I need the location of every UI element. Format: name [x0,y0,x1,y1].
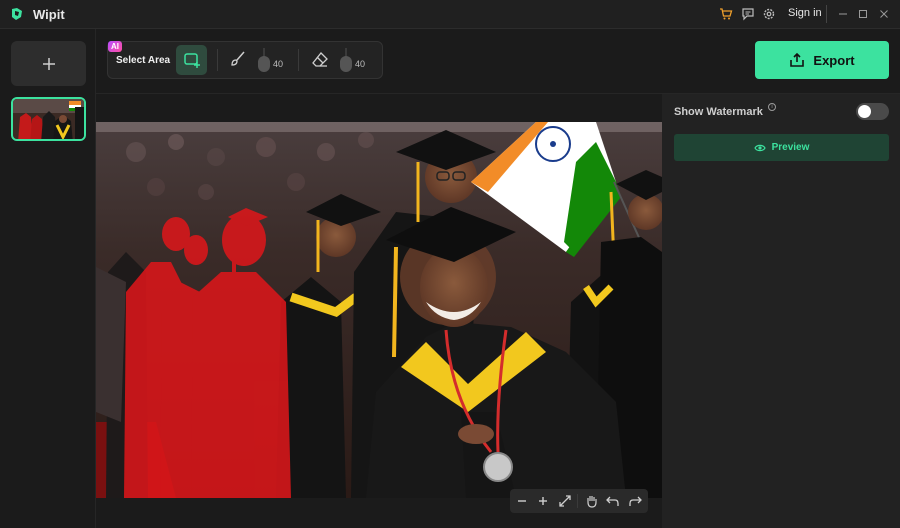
toolbar-divider [298,49,299,71]
graduation-photo [96,122,662,498]
feedback-icon[interactable] [741,7,755,21]
add-file-button[interactable] [11,41,86,86]
export-upload-icon [790,52,805,67]
title-bar: Wipit Sign in [0,0,900,29]
sign-in-link[interactable]: Sign in [788,7,822,19]
eraser-size-value: 40 [355,59,366,69]
wipit-logo-icon [12,8,22,20]
preview-label: Preview [771,142,810,153]
image-canvas[interactable] [96,122,662,498]
select-area-label[interactable]: Select Area [116,55,170,66]
image-thumbnail[interactable] [11,97,86,141]
info-icon[interactable]: i [768,103,776,111]
show-watermark-label: Show Watermark [674,106,763,118]
ai-badge: AI [108,41,122,52]
export-button[interactable]: Export [755,41,889,79]
toggle-knob [858,105,871,118]
cart-icon[interactable] [719,7,733,21]
eye-icon [753,144,766,151]
preview-button[interactable]: Preview [674,134,889,161]
settings-gear-icon[interactable] [762,7,776,21]
file-sidebar [0,29,96,528]
minimize-icon[interactable] [836,7,850,21]
toolbar-divider [217,49,218,71]
maximize-icon[interactable] [856,7,870,21]
zoom-out-icon[interactable] [514,493,530,509]
close-icon[interactable] [877,7,891,21]
brush-size-value: 40 [273,59,284,69]
export-label: Export [813,52,855,68]
zoom-in-icon[interactable] [535,493,551,509]
app-window: Wipit Sign in AI Select Area 40 40 Expor… [0,0,900,528]
plus-icon [42,57,55,70]
redo-icon[interactable] [627,493,643,509]
thumbnail-graduation-image [13,99,84,139]
titlebar-divider [826,5,827,23]
app-title: Wipit [33,7,65,22]
fit-screen-icon[interactable] [557,493,573,509]
eraser-size-slider[interactable] [340,56,352,72]
controls-divider [577,494,578,508]
hand-pan-icon[interactable] [584,493,600,509]
undo-icon[interactable] [605,493,621,509]
select-area-button[interactable] [176,45,207,75]
eraser-icon[interactable] [311,50,329,68]
brush-icon[interactable] [229,50,247,68]
select-area-icon [183,53,200,68]
brush-size-slider[interactable] [258,56,270,72]
watermark-toggle[interactable] [856,103,889,120]
